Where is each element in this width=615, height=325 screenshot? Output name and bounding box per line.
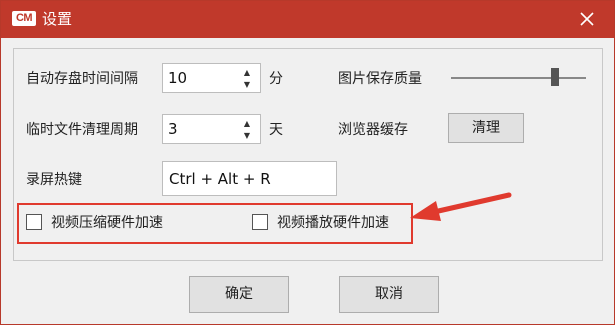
stepper-down-icon[interactable]: ▼ xyxy=(240,130,254,141)
autosave-interval-stepper[interactable]: 10 ▲ ▼ xyxy=(162,63,261,93)
image-quality-label: 图片保存质量 xyxy=(338,71,422,87)
compress-hw-label[interactable]: 视频压缩硬件加速 xyxy=(51,214,163,232)
autosave-unit: 分 xyxy=(269,71,283,87)
stepper-down-icon[interactable]: ▼ xyxy=(240,79,254,90)
app-logo: CM xyxy=(12,11,36,26)
image-quality-slider-thumb[interactable] xyxy=(550,68,559,86)
autosave-interval-value: 10 xyxy=(168,69,188,87)
cleanup-period-label: 临时文件清理周期 xyxy=(26,122,138,138)
stepper-up-icon[interactable]: ▲ xyxy=(240,67,254,78)
settings-dialog: CM 设置 自动存盘时间间隔 10 ▲ ▼ 分 图片保存质量 临时文件清理周期 … xyxy=(0,0,615,325)
annotation-arrow xyxy=(410,192,512,221)
clear-cache-button[interactable]: 清理 xyxy=(448,113,524,143)
hotkey-label: 录屏热键 xyxy=(26,172,82,188)
compress-hw-checkbox[interactable] xyxy=(26,214,42,230)
playback-hw-checkbox[interactable] xyxy=(252,214,268,230)
stepper-up-icon[interactable]: ▲ xyxy=(240,118,254,129)
browser-cache-label: 浏览器缓存 xyxy=(338,122,408,138)
image-quality-slider-track[interactable] xyxy=(451,77,586,79)
autosave-interval-label: 自动存盘时间间隔 xyxy=(26,71,138,87)
cleanup-unit: 天 xyxy=(269,122,283,138)
hotkey-input[interactable]: Ctrl + Alt + R xyxy=(162,161,337,196)
ok-button[interactable]: 确定 xyxy=(189,276,289,313)
cleanup-period-stepper[interactable]: 3 ▲ ▼ xyxy=(162,114,261,144)
cancel-button[interactable]: 取消 xyxy=(339,276,439,313)
playback-hw-label[interactable]: 视频播放硬件加速 xyxy=(277,214,389,232)
close-icon[interactable] xyxy=(578,10,596,28)
cleanup-period-value: 3 xyxy=(168,120,178,138)
title-bar: CM 设置 xyxy=(1,1,614,38)
dialog-title: 设置 xyxy=(42,10,73,28)
hotkey-value: Ctrl + Alt + R xyxy=(169,170,271,188)
